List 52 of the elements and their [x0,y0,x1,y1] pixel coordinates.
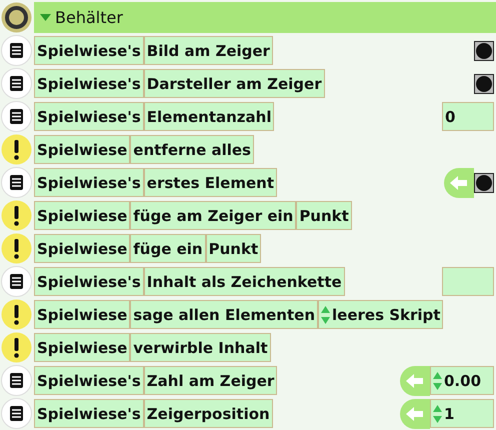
argument-tile[interactable]: Punkt [296,201,352,230]
receiver-tile[interactable]: Spielwiese [34,201,130,230]
command-tile[interactable]: Zeigerposition [144,399,273,428]
receiver-tile[interactable]: Spielwiese's [34,168,144,197]
list-icon[interactable] [1,35,32,66]
thumbnail-icon [474,40,494,60]
list-icon[interactable] [1,365,32,396]
argument-value: leeres Skript [332,306,440,324]
command-tile[interactable]: Elementanzahl [144,102,274,131]
argument-tile[interactable]: Punkt [206,234,262,263]
receiver-tile[interactable]: Spielwiese's [34,36,144,65]
receiver-tile[interactable]: Spielwiese [34,234,130,263]
ring-icon[interactable] [1,2,32,33]
receiver-tile[interactable]: Spielwiese's [34,69,144,98]
argument-field[interactable]: leeres Skript [318,300,444,329]
command-tile[interactable]: Inhalt als Zeichenkette [144,267,345,296]
command-tile[interactable]: Bild am Zeiger [144,36,273,65]
category-header[interactable]: Behälter [34,2,496,33]
receiver-tile[interactable]: Spielwiese [34,300,130,329]
field-value: 0.00 [444,372,482,390]
value-field [442,267,494,296]
command-tile[interactable]: füge ein [130,234,206,263]
exclamation-icon[interactable] [1,299,32,330]
thumbnail-icon [474,172,494,192]
field-value: 1 [444,404,454,422]
value-field[interactable]: 0.00 [430,366,494,395]
list-icon[interactable] [1,101,32,132]
receiver-tile[interactable]: Spielwiese's [34,399,144,428]
receiver-tile[interactable]: Spielwiese's [34,366,144,395]
command-tile[interactable]: entferne alles [130,135,254,164]
receiver-tile[interactable]: Spielwiese's [34,102,144,131]
command-tile[interactable]: sage allen Elementen [130,300,318,329]
list-icon[interactable] [1,398,32,429]
command-tile[interactable]: verwirble Inhalt [130,333,271,362]
receiver-tile[interactable]: Spielwiese [34,333,130,362]
command-tile[interactable]: Darsteller am Zeiger [144,69,325,98]
receiver-tile[interactable]: Spielwiese [34,135,130,164]
list-icon[interactable] [1,167,32,198]
receiver-tile[interactable]: Spielwiese's [34,267,144,296]
value-field[interactable]: 1 [430,399,494,428]
list-icon[interactable] [1,68,32,99]
command-tile[interactable]: füge am Zeiger ein [130,201,296,230]
category-label: Behälter [55,8,123,27]
exclamation-icon[interactable] [1,200,32,231]
exclamation-icon[interactable] [1,332,32,363]
value-field: 0 [442,102,494,131]
exclamation-icon[interactable] [1,134,32,165]
thumbnail-icon [474,74,494,94]
list-icon[interactable] [1,266,32,297]
command-tile[interactable]: erstes Element [144,168,278,197]
exclamation-icon[interactable] [1,233,32,264]
command-tile[interactable]: Zahl am Zeiger [144,366,278,395]
